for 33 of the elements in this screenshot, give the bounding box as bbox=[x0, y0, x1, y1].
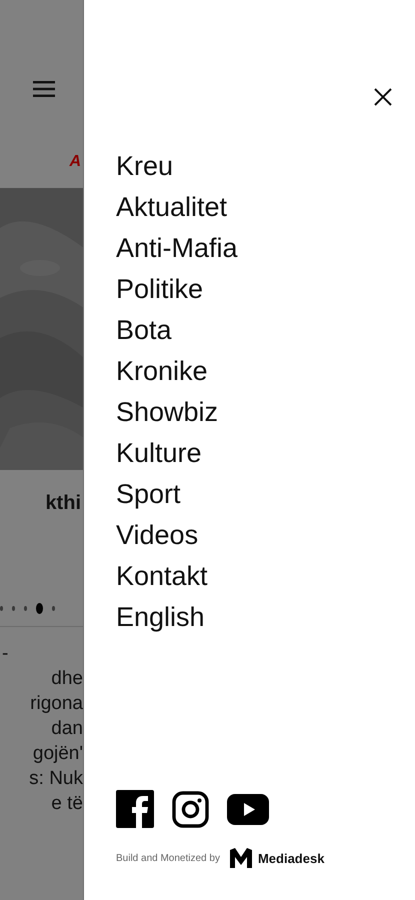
instagram-icon[interactable] bbox=[172, 790, 209, 828]
article-text: - bbox=[2, 642, 8, 666]
menu-item[interactable]: Politike bbox=[116, 269, 204, 310]
youtube-icon[interactable] bbox=[227, 794, 269, 824]
slider-dot[interactable] bbox=[52, 606, 55, 610]
article-text: e të bbox=[51, 792, 83, 816]
article-text: s: Nuk bbox=[29, 767, 83, 791]
logo-icon bbox=[230, 848, 252, 868]
facebook-icon[interactable] bbox=[116, 790, 154, 828]
slider-dot[interactable] bbox=[0, 606, 4, 610]
menu-item[interactable]: Sport bbox=[116, 474, 181, 515]
menu-item[interactable]: Showbiz bbox=[116, 392, 218, 433]
headline: kthi bbox=[44, 491, 82, 516]
credit-text: Build and Monetized by bbox=[116, 852, 220, 864]
article-text: rigona bbox=[30, 692, 83, 716]
menu-item[interactable]: Kreu bbox=[116, 146, 174, 187]
menu-item[interactable]: Kontakt bbox=[116, 556, 208, 597]
menu-item[interactable]: Anti-Mafia bbox=[116, 228, 238, 269]
menu-item[interactable]: Bota bbox=[116, 310, 172, 351]
menu-item[interactable]: English bbox=[116, 597, 205, 638]
slider-dot[interactable] bbox=[36, 602, 43, 614]
menu-item[interactable]: Kronike bbox=[116, 351, 208, 392]
slider-dot[interactable] bbox=[24, 606, 28, 610]
menu-item[interactable]: Kulture bbox=[116, 433, 202, 474]
slider-dot[interactable] bbox=[12, 606, 16, 610]
brand-name[interactable]: Mediadesk bbox=[258, 850, 324, 866]
close-icon[interactable] bbox=[374, 88, 392, 106]
menu-icon[interactable] bbox=[33, 81, 55, 97]
menu-item[interactable]: Aktualitet bbox=[116, 187, 228, 228]
article-text: dan bbox=[51, 717, 83, 741]
article-text: gojën' bbox=[32, 742, 83, 766]
menu-item[interactable]: Videos bbox=[116, 515, 198, 556]
article-text: dhe bbox=[51, 667, 83, 691]
